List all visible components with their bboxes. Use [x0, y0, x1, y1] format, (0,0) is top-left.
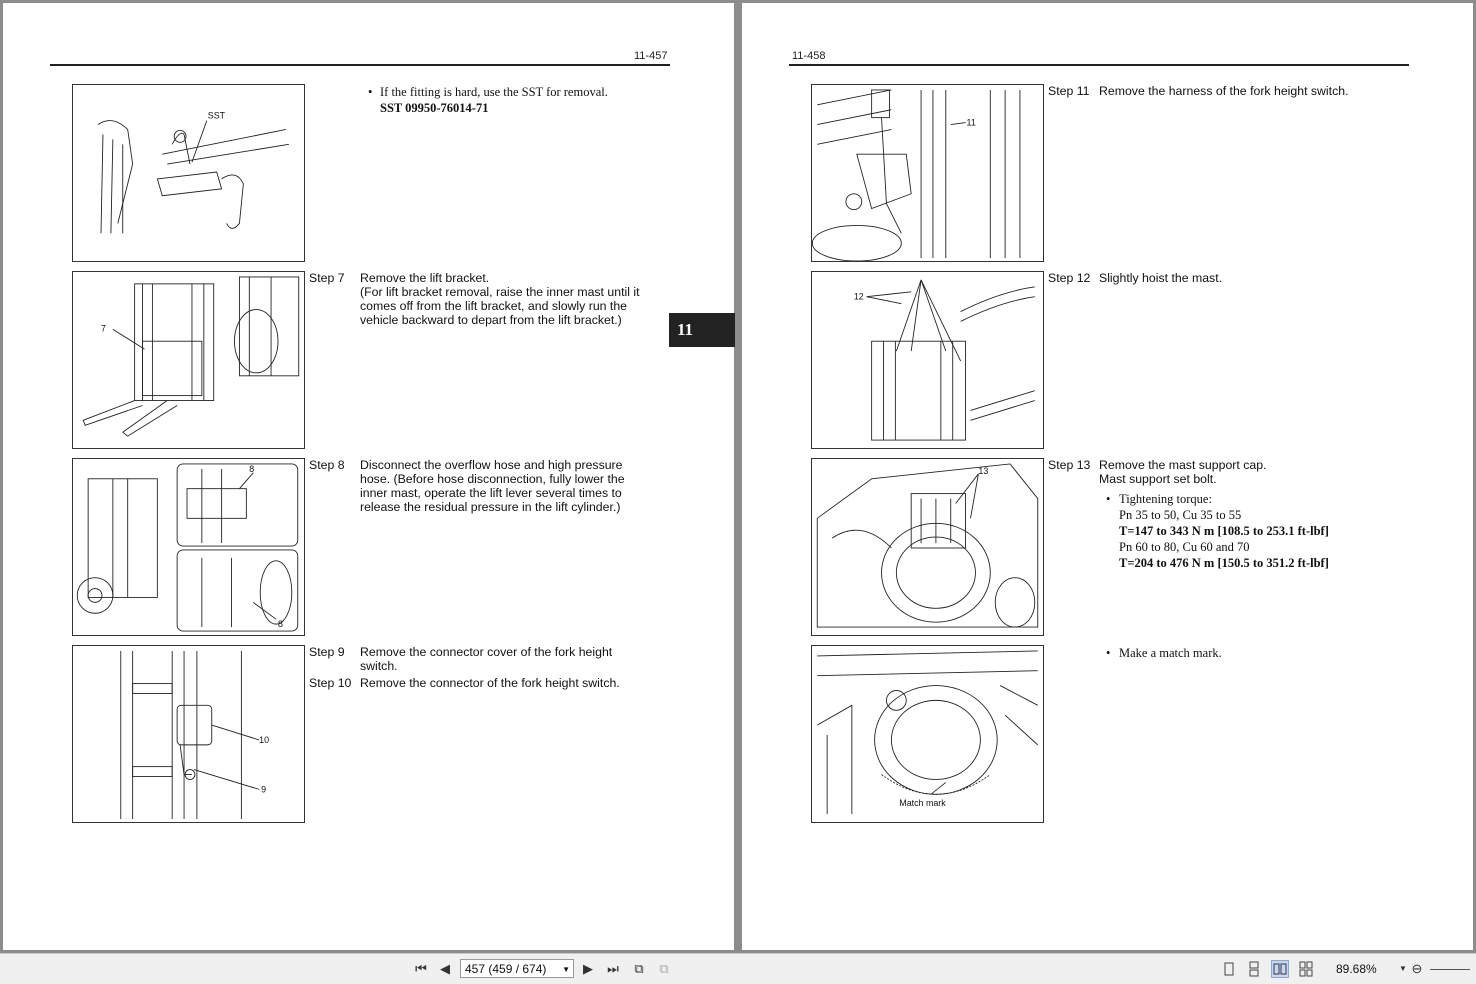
figure-hoist-mast: 12 — [811, 271, 1044, 449]
zoom-out-icon[interactable]: ⊖ — [1408, 960, 1426, 978]
chevron-down-icon: ▼ — [562, 965, 570, 974]
fig-callout-match-mark: Match mark — [899, 798, 946, 808]
header-rule — [50, 64, 670, 66]
torque-spec1-models: Pn 35 to 50, Cu 35 to 55 — [1119, 508, 1242, 522]
step-10-number: Step 10 — [309, 676, 352, 690]
fig-callout-13: 13 — [978, 466, 988, 476]
fig-callout-10: 10 — [259, 735, 269, 745]
zoom-level[interactable]: 89.68% — [1336, 962, 1377, 976]
go-forward-view-icon[interactable]: ⧉ — [655, 960, 673, 978]
single-page-view-icon[interactable] — [1220, 960, 1238, 978]
right-document-page: 11-458 11 Step 11 Remove the harness of … — [742, 3, 1473, 950]
step-10-text: Remove the connector of the fork height … — [360, 676, 620, 690]
step-8-number: Step 8 — [309, 458, 345, 472]
figure-match-mark: Match mark — [811, 645, 1044, 823]
two-page-continuous-view-icon[interactable] — [1297, 960, 1315, 978]
page-number-select[interactable]: 457 (459 / 674) ▼ — [460, 959, 574, 978]
page-number: 11-457 — [634, 50, 668, 62]
step-13-text: Remove the mast support cap. Mast suppor… — [1099, 458, 1267, 486]
viewer-toolbar: ⏮ ◀ 457 (459 / 674) ▼ ▶ ⏭ ⧉ ⧉ 89.68% ▼ ⊖ — [0, 953, 1476, 984]
fig-callout-sst: SST — [208, 111, 226, 121]
first-page-icon[interactable]: ⏮ — [412, 960, 430, 978]
torque-spec2-models: Pn 60 to 80, Cu 60 and 70 — [1119, 540, 1250, 554]
step-9-number: Step 9 — [309, 645, 345, 659]
sst-bullet-dot: • — [368, 85, 373, 99]
next-page-icon[interactable]: ▶ — [579, 960, 597, 978]
sst-code: SST 09950-76014-71 — [380, 101, 489, 115]
figure-sst-removal: SST — [72, 84, 305, 262]
chapter-tab: 11 — [669, 313, 735, 347]
step-13-number: Step 13 — [1048, 458, 1091, 472]
step-7-text: Remove the lift bracket. (For lift brack… — [360, 271, 640, 327]
torque-label: Tightening torque: — [1119, 492, 1212, 506]
step-7-number: Step 7 — [309, 271, 345, 285]
zoom-slider[interactable] — [1430, 969, 1470, 970]
last-page-icon[interactable]: ⏭ — [604, 960, 622, 978]
torque-spec1-value: T=147 to 343 N m [108.5 to 253.1 ft-lbf] — [1119, 524, 1329, 538]
fig-callout-12: 12 — [854, 292, 864, 302]
step-12-number: Step 12 — [1048, 271, 1091, 285]
step-12-text: Slightly hoist the mast. — [1099, 271, 1223, 285]
page-number-value: 457 (459 / 674) — [465, 962, 547, 976]
step-9-text: Remove the connector cover of the fork h… — [360, 645, 613, 673]
figure-lift-bracket: 7 — [72, 271, 305, 449]
match-bullet-dot: • — [1106, 646, 1111, 660]
figure-hose-disconnect: 8 8 — [72, 458, 305, 636]
torque-spec2-value: T=204 to 476 N m [150.5 to 351.2 ft-lbf] — [1119, 556, 1329, 570]
match-mark-text: Make a match mark. — [1119, 646, 1222, 660]
torque-bullet-dot: • — [1106, 492, 1111, 506]
figure-fork-height-switch: 10 9 — [72, 645, 305, 823]
two-page-view-icon[interactable] — [1271, 960, 1289, 978]
fig-callout-8-bottom: 8 — [278, 619, 283, 629]
fig-callout-8-top: 8 — [249, 464, 254, 474]
step-11-number: Step 11 — [1048, 84, 1090, 98]
step-11-text: Remove the harness of the fork height sw… — [1099, 84, 1349, 98]
header-rule — [789, 64, 1409, 66]
fig-callout-9: 9 — [261, 784, 266, 794]
sst-instruction-text: If the fitting is hard, use the SST for … — [380, 85, 608, 99]
step-8-text: Disconnect the overflow hose and high pr… — [360, 458, 625, 514]
page-number: 11-458 — [792, 50, 826, 62]
left-document-page: 11-457 SST • If the fitting is hard, use… — [3, 3, 734, 950]
figure-mast-support-cap: 13 — [811, 458, 1044, 636]
continuous-view-icon[interactable] — [1245, 960, 1263, 978]
go-back-view-icon[interactable]: ⧉ — [630, 960, 648, 978]
figure-harness-removal: 11 — [811, 84, 1044, 262]
fig-callout-11: 11 — [967, 118, 976, 128]
previous-page-icon[interactable]: ◀ — [436, 960, 454, 978]
fig-callout-7: 7 — [101, 323, 106, 333]
